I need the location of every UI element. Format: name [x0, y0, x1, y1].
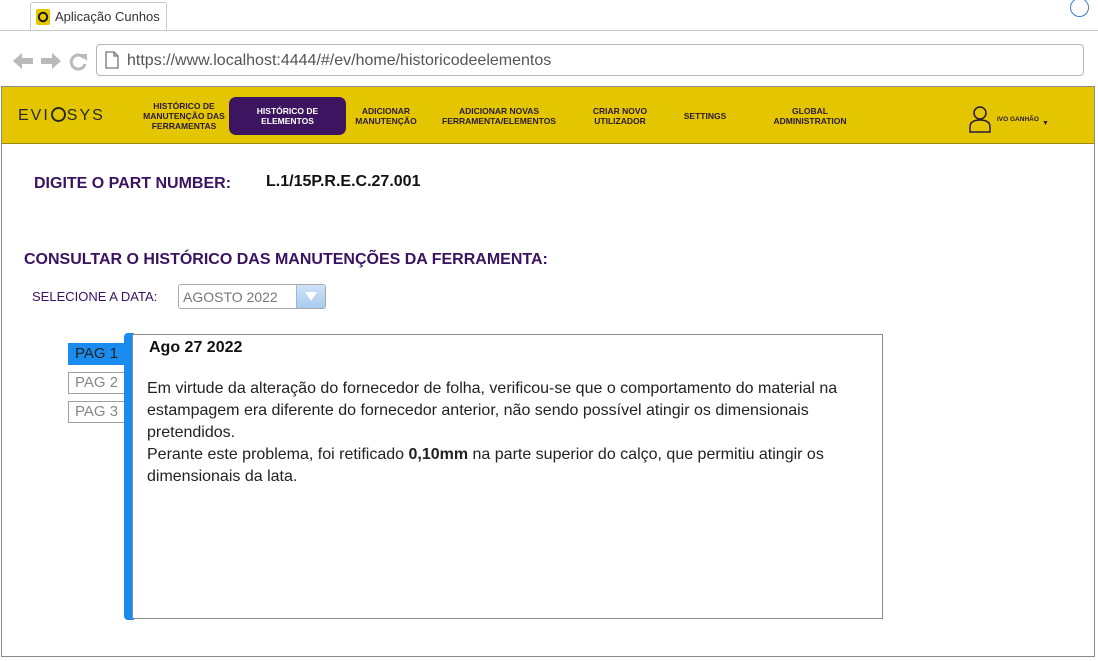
menu-settings[interactable]: SETTINGS	[674, 87, 736, 144]
menu-label-line: SETTINGS	[683, 110, 727, 121]
user-name[interactable]: IVO GANHÃO	[997, 116, 1039, 123]
user-avatar-icon[interactable]	[968, 105, 992, 133]
date-select[interactable]: AGOSTO 2022	[178, 284, 326, 309]
logo-o-icon	[50, 107, 66, 122]
page-tab-1[interactable]: PAG 1	[68, 343, 126, 365]
logo-suffix: SYS	[66, 107, 105, 124]
menu-historico-manutencao[interactable]: HISTÓRICO DE MANUTENÇÃO DAS FERRAMENTAS	[138, 87, 230, 144]
browser-tab[interactable]: Aplicação Cunhos	[30, 2, 167, 30]
date-select-label: SELECIONE A DATA:	[32, 289, 158, 304]
note-text: Perante este problema, foi retificado	[147, 446, 409, 463]
menu-label-line: HISTÓRICO DE	[153, 100, 215, 111]
menu-label-line: GLOBAL	[792, 105, 828, 116]
date-select-dropdown-button[interactable]	[296, 285, 325, 308]
browser-tabbar: Aplicação Cunhos	[0, 0, 1098, 31]
app-header: EVI SYS HISTÓRICO DE MANUTENÇÃO DAS FERRA…	[2, 87, 1094, 144]
note-date: Ago 27 2022	[149, 339, 243, 356]
menu-adicionar-manutencao[interactable]: ADICIONAR MANUTENÇÃO	[350, 87, 422, 144]
menu-historico-elementos[interactable]: HISTÓRICO DE ELEMENTOS	[229, 87, 346, 144]
menu-label-line: FERRAMENTA/ELEMENTOS	[442, 115, 556, 126]
note-highlight-value: 0,10mm	[408, 446, 469, 463]
user-dropdown-caret-icon[interactable]: ▼	[1042, 120, 1049, 127]
menu-label-line: CRIAR NOVO	[592, 105, 648, 116]
menu-label-line: FERRAMENTAS	[151, 120, 217, 131]
url-text: https://www.localhost:4444/#/ev/home/his…	[127, 52, 552, 69]
date-select-value: AGOSTO 2022	[183, 289, 278, 305]
forward-arrow-icon[interactable]	[40, 51, 62, 71]
note-paragraph: Em virtude da alteração do fornecedor de…	[147, 380, 838, 441]
page-tab-2[interactable]: PAG 2	[68, 372, 126, 394]
address-bar[interactable]: https://www.localhost:4444/#/ev/home/his…	[96, 44, 1084, 76]
page-icon	[105, 51, 119, 69]
app-favicon-icon	[36, 9, 50, 25]
eviosys-logo[interactable]: EVI SYS	[18, 107, 105, 125]
profile-circle-icon[interactable]	[1070, 0, 1089, 17]
menu-label-line: ADICIONAR NOVAS	[458, 105, 540, 116]
active-menu-pill: HISTÓRICO DE ELEMENTOS	[229, 96, 346, 135]
part-number-label: DIGITE O PART NUMBER:	[34, 175, 232, 192]
tab-title: Aplicação Cunhos	[55, 9, 160, 24]
menu-label-line: ELEMENTOS	[261, 115, 314, 126]
menu-label-line: MANUTENÇÃO DAS	[143, 110, 225, 121]
back-arrow-icon[interactable]	[12, 51, 34, 71]
reload-icon[interactable]	[68, 52, 88, 72]
note-paragraph-2: Perante este problema, foi retificado 0,…	[147, 444, 847, 488]
logo-prefix: EVI	[18, 107, 50, 124]
part-number-value[interactable]: L.1/15P.R.E.C.27.001	[266, 173, 420, 191]
page-tab-3[interactable]: PAG 3	[68, 401, 126, 423]
menu-label-line: ADMINISTRATION	[773, 115, 847, 126]
maintenance-note-card: Ago 27 2022 Em virtude da alteração do f…	[132, 334, 883, 619]
menu-criar-utilizador[interactable]: CRIAR NOVO UTILIZADOR	[582, 87, 658, 144]
history-section-title: CONSULTAR O HISTÓRICO DAS MANUTENÇÕES DA…	[24, 251, 548, 268]
menu-adicionar-ferramentas[interactable]: ADICIONAR NOVAS FERRAMENTA/ELEMENTOS	[434, 87, 564, 144]
menu-label-line: HISTÓRICO DE	[256, 105, 319, 116]
browser-navbar: https://www.localhost:4444/#/ev/home/his…	[0, 31, 1098, 84]
app-frame: EVI SYS HISTÓRICO DE MANUTENÇÃO DAS FERRA…	[1, 86, 1095, 657]
menu-label-line: ADICIONAR	[361, 105, 411, 116]
note-body: Em virtude da alteração do fornecedor de…	[147, 378, 847, 488]
menu-label-line: UTILIZADOR	[594, 115, 646, 126]
menu-label-line: MANUTENÇÃO	[355, 115, 417, 126]
menu-global-administration[interactable]: GLOBAL ADMINISTRATION	[762, 87, 858, 144]
chevron-down-icon	[305, 292, 317, 301]
